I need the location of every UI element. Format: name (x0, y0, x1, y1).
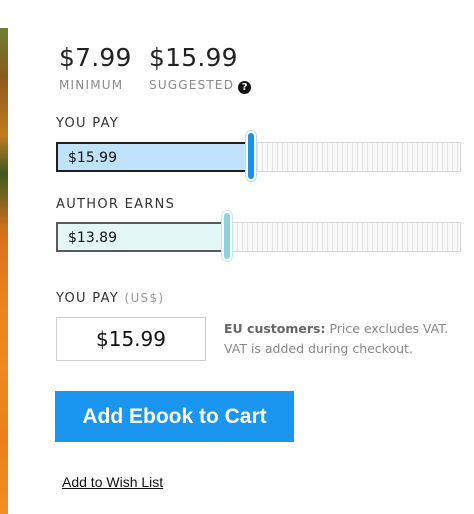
amount-currency: (US$) (124, 291, 165, 305)
amount-label-text: YOU PAY (56, 291, 120, 306)
author-earns-slider[interactable]: $13.89 (56, 211, 461, 261)
vat-note: EU customers: Price excludes VAT. VAT is… (224, 319, 464, 359)
author-earns-slider-handle[interactable] (222, 211, 232, 261)
suggested-price: $15.99 SUGGESTED? (149, 43, 252, 94)
suggested-price-caption: SUGGESTED (149, 78, 235, 92)
author-earns-slider-fill: $13.89 (56, 222, 227, 252)
amount-label: YOU PAY (US$) (56, 291, 164, 306)
amount-input[interactable] (56, 317, 206, 361)
book-cover-edge (0, 28, 8, 514)
author-earns-slider-label: AUTHOR EARNS (56, 197, 176, 212)
minimum-price-value: $7.99 (59, 43, 132, 72)
add-to-wish-list-link[interactable]: Add to Wish List (62, 474, 163, 490)
author-earns-slider-value: $13.89 (68, 230, 117, 246)
add-to-cart-button[interactable]: Add Ebook to Cart (55, 391, 294, 442)
you-pay-slider-value: $15.99 (68, 150, 117, 166)
you-pay-slider-label: YOU PAY (56, 116, 120, 131)
minimum-price-caption: MINIMUM (59, 78, 124, 92)
you-pay-slider[interactable]: $15.99 (56, 131, 461, 181)
question-circle-icon[interactable]: ? (238, 81, 252, 94)
suggested-price-caption-row: SUGGESTED? (149, 78, 252, 94)
suggested-price-value: $15.99 (149, 43, 238, 72)
you-pay-slider-fill: $15.99 (56, 142, 251, 172)
you-pay-slider-handle[interactable] (246, 131, 256, 181)
vat-note-heading: EU customers: (224, 321, 326, 336)
minimum-price: $7.99 MINIMUM (59, 43, 132, 93)
